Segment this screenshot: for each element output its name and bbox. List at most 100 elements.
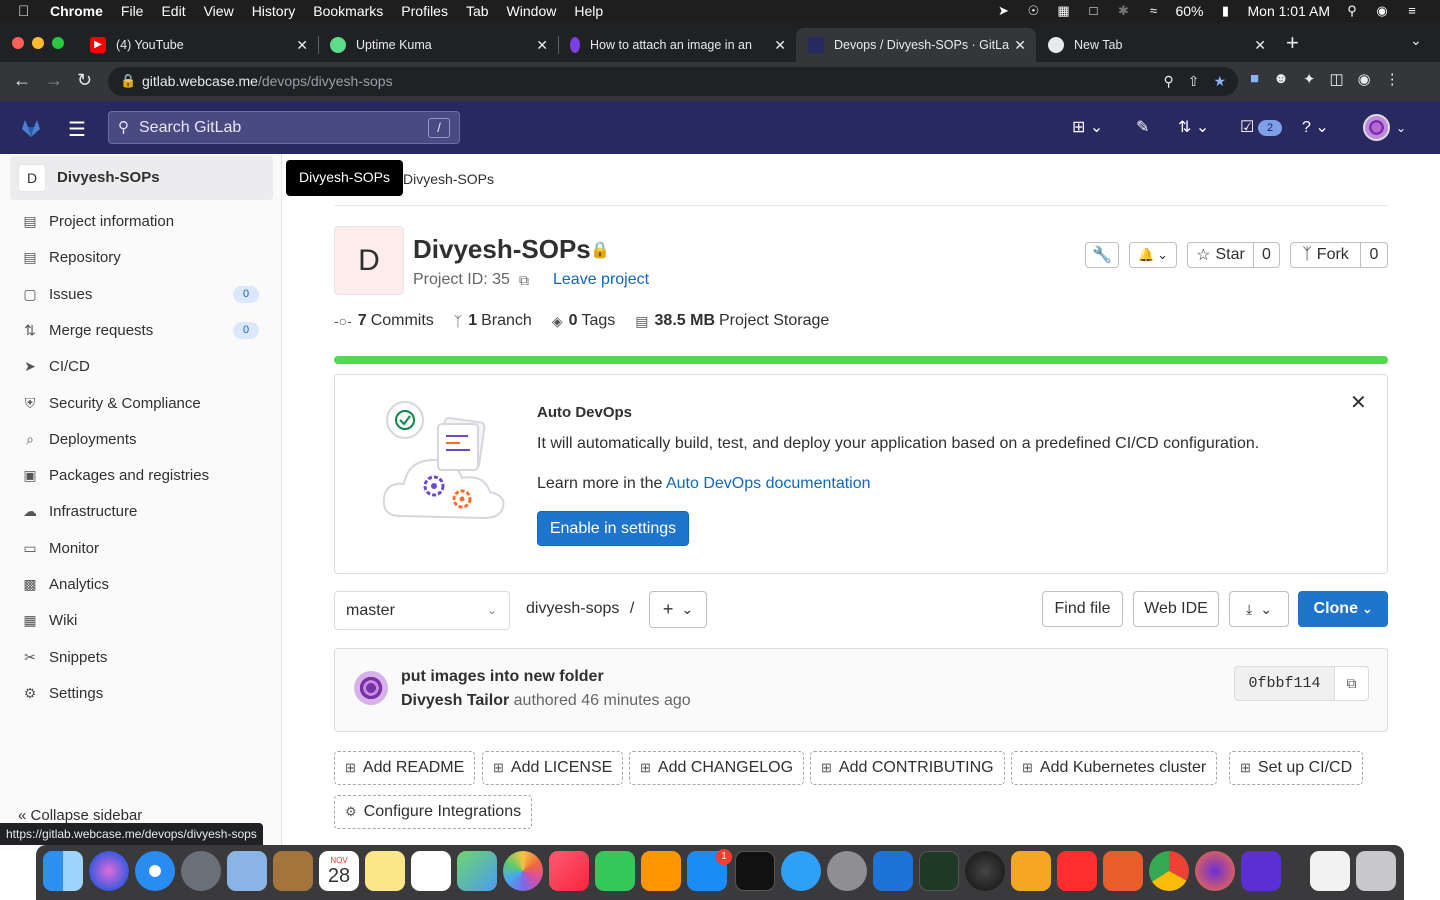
url-text[interactable]: gitlab.webcase.me/devops/divyesh-sops — [142, 73, 393, 89]
reload-icon[interactable]: ↻ — [77, 70, 92, 91]
chrome-menu-icon[interactable]: ⋮ — [1385, 70, 1400, 88]
set-up-ci-cd-button[interactable]: ⊞ Set up CI/CD — [1229, 751, 1364, 785]
sidebar-item-analytics[interactable]: ▩ Analytics — [20, 572, 109, 596]
close-tab-icon[interactable]: ✕ — [1254, 37, 1266, 54]
close-tab-icon[interactable]: ✕ — [536, 37, 548, 54]
lock-icon[interactable]: 🔒 — [120, 73, 136, 89]
sidebar-item-issues[interactable]: ▢ Issues — [20, 282, 92, 306]
tab-search-chevron-icon[interactable]: ⌄ — [1410, 32, 1422, 49]
enable-in-settings-button[interactable]: Enable in settings — [537, 511, 689, 546]
sidebar-item-infrastructure[interactable]: ☁ Infrastructure — [20, 499, 137, 523]
repo-path[interactable]: divyesh-sops — [526, 600, 619, 617]
web-ide-button[interactable]: Web IDE — [1133, 591, 1219, 627]
location-arrow-icon[interactable]: ➤ — [995, 4, 1011, 18]
apple-icon[interactable]:  — [18, 3, 40, 20]
menu-help[interactable]: Help — [574, 3, 603, 19]
calendar-icon[interactable]: NOV 28 — [319, 851, 359, 891]
close-tab-icon[interactable]: ✕ — [774, 37, 786, 54]
todos-icon[interactable]: ☑ — [1240, 117, 1254, 137]
extensions-puzzle-icon[interactable]: ✦ — [1303, 70, 1316, 88]
storage-stat[interactable]: ▤ 38.5 MB Project Storage — [635, 312, 829, 330]
sidebar-item-ci-cd[interactable]: ➤ CI/CD — [20, 354, 90, 378]
back-arrow-icon[interactable]: ← — [13, 70, 31, 91]
new-tab-plus-icon[interactable]: + — [1286, 30, 1299, 56]
commit-author[interactable]: Divyesh Tailor — [401, 692, 509, 709]
preview-icon[interactable] — [227, 851, 267, 891]
menu-history[interactable]: History — [252, 3, 296, 19]
share-icon[interactable]: ⇧ — [1188, 73, 1200, 90]
sidebar-project-header[interactable]: D Divyesh-SOPs — [10, 156, 273, 200]
books-icon[interactable] — [641, 851, 681, 891]
auto-devops-docs-link[interactable]: Auto DevOps documentation — [666, 475, 871, 492]
maps-icon[interactable] — [457, 851, 497, 891]
chrome-dock-icon[interactable] — [1149, 851, 1189, 891]
battery-icon[interactable]: ▮ — [1218, 4, 1234, 18]
fork-count[interactable]: 0 — [1360, 242, 1388, 268]
timing-icon[interactable]: ☉ — [1025, 4, 1041, 18]
sidebar-item-project-information[interactable]: ▤ Project information — [20, 209, 174, 233]
fork-button[interactable]: ᛉ Fork — [1290, 242, 1361, 268]
menu-file[interactable]: File — [121, 3, 144, 19]
sidebar-item-wiki[interactable]: ▦ Wiki — [20, 608, 77, 632]
document-icon[interactable] — [1310, 851, 1350, 891]
extension-avatar-icon[interactable]: ☻ — [1273, 70, 1289, 88]
firefox-icon[interactable] — [1195, 851, 1235, 891]
create-new-plus-icon[interactable]: ⊞ ⌄ — [1072, 117, 1103, 137]
sidebar-item-monitor[interactable]: ▭ Monitor — [20, 536, 99, 560]
anydesk-icon[interactable] — [1057, 851, 1097, 891]
gitlab-logo-icon[interactable] — [20, 117, 42, 139]
bitwarden-extension-icon[interactable]: ■ — [1250, 70, 1259, 88]
menu-edit[interactable]: Edit — [161, 3, 185, 19]
menu-view[interactable]: View — [204, 3, 234, 19]
close-tab-icon[interactable]: ✕ — [296, 37, 308, 54]
find-file-button[interactable]: Find file — [1042, 591, 1123, 627]
leave-project-link[interactable]: Leave project — [553, 271, 649, 289]
tags-stat[interactable]: ◈ 0 Tags — [552, 312, 615, 330]
battery-percent[interactable]: 60% — [1175, 3, 1203, 19]
network-radar-icon[interactable] — [965, 851, 1005, 891]
control-center-icon[interactable]: ≡ — [1404, 4, 1420, 18]
branch-selector[interactable]: master ⌄ — [334, 591, 510, 630]
menu-clock[interactable]: Mon 1:01 AM — [1248, 3, 1331, 19]
terminal-icon[interactable] — [735, 851, 775, 891]
reminders-icon[interactable] — [411, 851, 451, 891]
wifi-icon[interactable]: ≈ — [1145, 4, 1161, 18]
tab-youtube[interactable]: ▶ (4) YouTube ✕ — [78, 28, 318, 62]
tab-uptime-kuma[interactable]: Uptime Kuma ✕ — [318, 28, 558, 62]
add-to-tree-dropdown[interactable]: + ⌄ — [649, 591, 707, 628]
add-changelog-button[interactable]: ⊞ Add CHANGELOG — [629, 751, 805, 785]
breadcrumb[interactable]: Divyesh-SOPs — [403, 171, 494, 187]
configure-integrations-button[interactable]: ⚙ Configure Integrations — [334, 795, 533, 829]
spotlight-search-icon[interactable]: ⚲ — [1344, 4, 1360, 18]
sidebar-item-deployments[interactable]: ⌕ Deployments — [20, 427, 136, 451]
profile-avatar-icon[interactable]: ◉ — [1358, 70, 1371, 88]
menu-bookmarks[interactable]: Bookmarks — [313, 3, 383, 19]
commit-title[interactable]: put images into new folder — [401, 668, 604, 686]
branch-stat[interactable]: ᛉ 1 Branch — [454, 312, 532, 330]
add-contributing-button[interactable]: ⊞ Add CONTRIBUTING — [810, 751, 1005, 785]
minimize-window-button[interactable] — [32, 37, 44, 49]
collapse-sidebar-button[interactable]: « Collapse sidebar — [18, 807, 142, 824]
sidebar-item-packages-registries[interactable]: ▣ Packages and registries — [20, 463, 209, 487]
tab-attach-image[interactable]: How to attach an image in an ✕ — [558, 28, 796, 62]
timing-app-icon[interactable] — [1011, 851, 1051, 891]
edge-icon[interactable] — [873, 851, 913, 891]
screen-icon[interactable]: □ — [1085, 4, 1101, 18]
menu-profiles[interactable]: Profiles — [401, 3, 448, 19]
trash-icon[interactable] — [1356, 851, 1396, 891]
facetime-icon[interactable] — [595, 851, 635, 891]
siri-icon[interactable] — [89, 851, 129, 891]
activity-monitor-icon[interactable] — [919, 851, 959, 891]
merge-requests-icon[interactable]: ⇅ ⌄ — [1178, 117, 1209, 137]
menu-tab[interactable]: Tab — [466, 3, 489, 19]
menu-window[interactable]: Window — [507, 3, 557, 19]
messenger-icon[interactable] — [781, 851, 821, 891]
notes-icon[interactable] — [365, 851, 405, 891]
launchpad-icon[interactable] — [181, 851, 221, 891]
photos-icon[interactable] — [503, 851, 543, 891]
search-input[interactable]: ⚲ Search GitLab / — [108, 111, 460, 144]
tab-gitlab-devops[interactable]: Devops / Divyesh-SOPs · GitLa ✕ — [796, 28, 1036, 62]
star-button[interactable]: ☆ Star — [1187, 242, 1254, 268]
zoom-window-button[interactable] — [52, 37, 64, 49]
address-bar[interactable]: 🔒 gitlab.webcase.me/devops/divyesh-sops … — [108, 67, 1238, 96]
